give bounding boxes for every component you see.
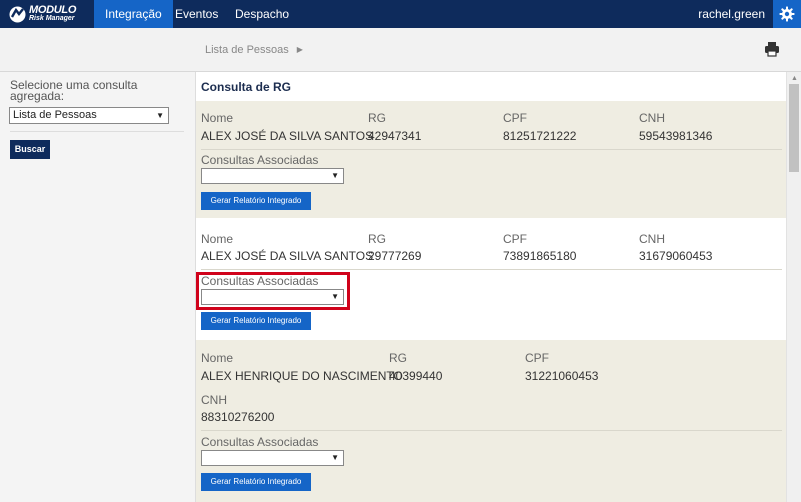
gerar-relatorio-button[interactable]: Gerar Relatório Integrado (201, 473, 311, 491)
nome-label: Nome (201, 351, 234, 365)
vertical-scrollbar[interactable]: ▲ (786, 72, 801, 502)
consultas-associadas-select[interactable]: ▼ (201, 168, 344, 184)
dropdown-arrow-icon: ▼ (331, 171, 339, 180)
highlight-box (196, 272, 350, 310)
consultas-associadas-select[interactable]: ▼ (201, 450, 344, 466)
cpf-label: CPF (503, 111, 527, 125)
consultas-label: Consultas Associadas (201, 153, 319, 167)
breadcrumb[interactable]: Lista de Pessoas ▶ (205, 44, 303, 56)
consulta-label: Selecione uma consulta agregada: (10, 78, 138, 103)
consulta-agregada-select[interactable]: Lista de Pessoas ▼ (9, 107, 169, 124)
nome-label: Nome (201, 232, 234, 246)
rg-value: 40399440 (389, 369, 443, 383)
cnh-label: CNH (201, 393, 227, 407)
top-navigation-bar: MODULO Risk Manager Integração Eventos D… (0, 0, 801, 28)
print-button[interactable] (764, 41, 780, 57)
cnh-value: 59543981346 (639, 129, 713, 143)
dropdown-arrow-icon: ▼ (331, 453, 339, 462)
rg-label: RG (368, 111, 386, 125)
logo-subtitle: Risk Manager (29, 15, 75, 22)
rg-value: 42947341 (368, 129, 422, 143)
record-card: Nome RG CPF CNH ALEX JOSÉ DA SILVA SANTO… (196, 101, 786, 218)
cpf-value: 81251721222 (503, 129, 577, 143)
cpf-label: CPF (503, 232, 527, 246)
nome-value: ALEX JOSÉ DA SILVA SANTOS (201, 129, 374, 143)
nav-despacho[interactable]: Despacho (224, 0, 300, 28)
cnh-label: CNH (639, 111, 665, 125)
page-title: Consulta de RG (201, 80, 292, 94)
cnh-value: 88310276200 (201, 410, 275, 424)
printer-icon (765, 42, 779, 57)
cnh-label: CNH (639, 232, 665, 246)
record-card: Nome RG CPF ALEX HENRIQUE DO NASCIMENTO … (196, 340, 786, 502)
dropdown-arrow-icon: ▼ (156, 111, 164, 120)
divider (201, 149, 782, 150)
nav-eventos[interactable]: Eventos (164, 0, 229, 28)
breadcrumb-arrow-icon: ▶ (296, 45, 303, 54)
cpf-value: 73891865180 (503, 249, 577, 263)
consultas-label: Consultas Associadas (201, 435, 319, 449)
user-menu[interactable]: rachel.green (698, 0, 765, 28)
gerar-relatorio-button[interactable]: Gerar Relatório Integrado (201, 312, 311, 330)
rg-value: 29777269 (368, 249, 422, 263)
gear-icon (779, 6, 795, 22)
nome-label: Nome (201, 111, 234, 125)
logo-icon (9, 6, 26, 23)
divider (10, 131, 184, 132)
cpf-label: CPF (525, 351, 549, 365)
settings-button[interactable] (773, 0, 801, 28)
nav-integracao[interactable]: Integração (94, 0, 173, 28)
divider (201, 430, 782, 431)
nome-value: ALEX HENRIQUE DO NASCIMENTO (201, 369, 403, 383)
modulo-logo[interactable]: MODULO Risk Manager (8, 5, 78, 24)
buscar-button[interactable]: Buscar (10, 140, 50, 159)
select-value: Lista de Pessoas (13, 109, 97, 121)
rg-label: RG (368, 232, 386, 246)
cnh-value: 31679060453 (639, 249, 713, 263)
left-panel: Selecione uma consulta agregada: Lista d… (0, 72, 196, 502)
nome-value: ALEX JOSÉ DA SILVA SANTOS (201, 249, 374, 263)
cpf-value: 31221060453 (525, 369, 599, 383)
divider (201, 269, 782, 270)
breadcrumb-bar: Lista de Pessoas ▶ (0, 28, 801, 72)
scroll-up-arrow-icon[interactable]: ▲ (791, 75, 798, 82)
gerar-relatorio-button[interactable]: Gerar Relatório Integrado (201, 192, 311, 210)
scrollbar-thumb[interactable] (789, 84, 799, 172)
rg-label: RG (389, 351, 407, 365)
breadcrumb-item[interactable]: Lista de Pessoas (205, 44, 289, 56)
